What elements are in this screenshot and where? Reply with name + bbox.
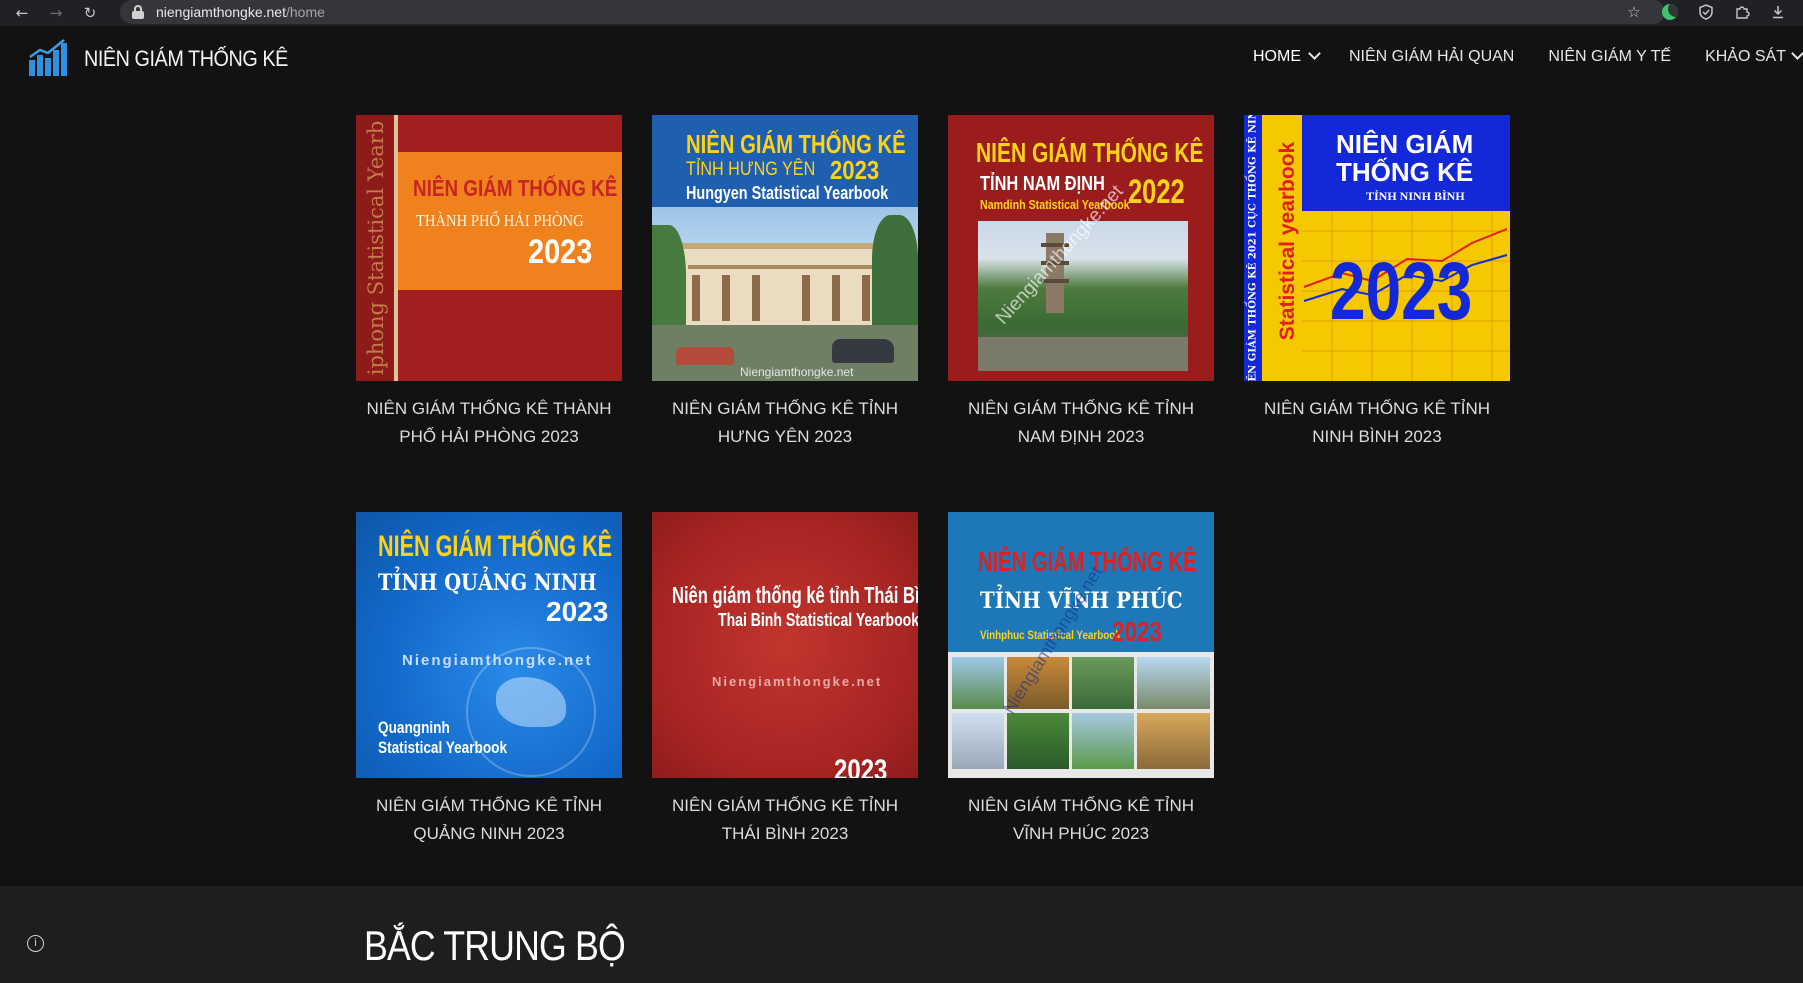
cover-side-text: NIÊN GIÁM THỐNG KÊ 2021 CỤC THỐNG KÊ NIN… — [1247, 115, 1259, 381]
nav-home[interactable]: HOME — [1253, 48, 1301, 66]
cover-subtitle: TỈNH NAM ĐỊNH — [980, 173, 1105, 195]
book-cover-quang-ninh[interactable]: NIÊN GIÁM THỐNG KÊ TỈNH QUẢNG NINH 2023 … — [356, 512, 622, 778]
bookmark-star-icon[interactable]: ☆ — [1623, 2, 1645, 22]
forward-icon[interactable]: → — [44, 3, 68, 23]
book-caption[interactable]: NIÊN GIÁM THỐNG KÊ TỈNH VĨNH PHÚC 2023 — [948, 792, 1214, 848]
cover-watermark: Niengiamthongke.net — [740, 365, 854, 379]
cover-title: Niên giám thống kê tỉnh Thái Bình — [672, 582, 918, 608]
cover-watermark: Niengiamthongke.net — [712, 674, 883, 689]
book-cover-hung-yen[interactable]: NIÊN GIÁM THỐNG KÊ TỈNH HƯNG YÊN 2023 Hu… — [652, 115, 918, 381]
region-section-band — [0, 886, 1803, 983]
cover-year: 2023 — [546, 596, 609, 627]
nav-nien-giam-hai-quan[interactable]: NIÊN GIÁM HẢI QUAN — [1349, 48, 1514, 66]
book-card-nam-dinh[interactable]: NIÊN GIÁM THỐNG KÊ TỈNH NAM ĐỊNH 2022 Na… — [948, 115, 1214, 451]
book-caption[interactable]: NIÊN GIÁM THỐNG KÊ TỈNH THÁI BÌNH 2023 — [652, 792, 918, 848]
book-card-quang-ninh[interactable]: NIÊN GIÁM THỐNG KÊ TỈNH QUẢNG NINH 2023 … — [356, 512, 622, 848]
book-cover-nam-dinh[interactable]: NIÊN GIÁM THỐNG KÊ TỈNH NAM ĐỊNH 2022 Na… — [948, 115, 1214, 381]
cover-year: 2023 — [834, 754, 888, 778]
cover-english-line1: Quangninh — [378, 718, 450, 737]
browser-toolbar: ← → ↻ niengiamthongke.net/home ☆ — [0, 0, 1803, 26]
reload-icon[interactable]: ↻ — [78, 3, 102, 23]
cover-subtitle: THÀNH PHỐ HẢI PHÒNG — [416, 211, 584, 230]
book-card-hai-phong[interactable]: iphong Statistical Yearb NIÊN GIÁM THỐNG… — [356, 115, 622, 451]
extensions-puzzle-icon[interactable] — [1731, 2, 1753, 22]
cover-title: NIÊN GIÁM THỐNG KÊ — [976, 137, 1204, 168]
nav-nien-giam-y-te[interactable]: NIÊN GIÁM Y TẾ — [1548, 48, 1671, 66]
cover-title: NIÊN GIÁM THỐNG KÊ — [413, 175, 618, 201]
cover-title: NIÊN GIÁM — [1336, 129, 1474, 159]
book-caption[interactable]: NIÊN GIÁM THỐNG KÊ TỈNH HƯNG YÊN 2023 — [652, 395, 918, 451]
cover-side-text: iphong Statistical Yearb — [364, 120, 388, 376]
book-cover-thai-binh[interactable]: Niên giám thống kê tỉnh Thái Bình Thai B… — [652, 512, 918, 778]
book-card-vinh-phuc[interactable]: NIÊN GIÁM THỐNG KÊ TỈNH VĨNH PHÚC Vinhph… — [948, 512, 1214, 848]
cover-subtitle: THỐNG KÊ — [1336, 157, 1474, 187]
url-text[interactable]: niengiamthongke.net/home — [156, 4, 325, 20]
shield-extension-icon[interactable] — [1695, 2, 1717, 22]
book-card-hung-yen[interactable]: NIÊN GIÁM THỐNG KÊ TỈNH HƯNG YÊN 2023 Hu… — [652, 115, 918, 451]
book-cover-hai-phong[interactable]: iphong Statistical Yearb NIÊN GIÁM THỐNG… — [356, 115, 622, 381]
back-icon[interactable]: ← — [10, 3, 34, 23]
cover-year: 2023 — [1330, 246, 1473, 337]
cover-english-title: Hungyen Statistical Yearbook — [686, 183, 889, 203]
dark-mode-extension-icon[interactable] — [1659, 2, 1681, 22]
address-bar[interactable]: niengiamthongke.net/home — [120, 0, 1665, 24]
book-card-thai-binh[interactable]: Niên giám thống kê tỉnh Thái Bình Thai B… — [652, 512, 918, 848]
site-logo-chart-icon[interactable] — [28, 38, 68, 78]
main-navigation: HOME NIÊN GIÁM HẢI QUAN NIÊN GIÁM Y TẾ K… — [1253, 48, 1802, 66]
book-cover-vinh-phuc[interactable]: NIÊN GIÁM THỐNG KÊ TỈNH VĨNH PHÚC Vinhph… — [948, 512, 1214, 778]
cover-side-text: Statistical yearbook — [1276, 141, 1299, 341]
book-caption[interactable]: NIÊN GIÁM THỐNG KÊ TỈNH NINH BÌNH 2023 — [1244, 395, 1510, 451]
nav-khao-sat[interactable]: KHẢO SÁT — [1705, 48, 1786, 66]
cover-watermark: Niengiamthongke.net — [402, 652, 593, 669]
cover-year: 2023 — [830, 155, 880, 185]
cover-year: 2023 — [528, 233, 593, 271]
section-title: BẮC TRUNG BỘ — [364, 922, 626, 969]
info-icon[interactable]: i — [27, 935, 44, 952]
cover-subtitle: TỈNH QUẢNG NINH — [378, 570, 597, 596]
cover-year: 2023 — [1112, 616, 1162, 647]
book-caption[interactable]: NIÊN GIÁM THỐNG KÊ THÀNH PHỐ HẢI PHÒNG 2… — [356, 395, 622, 451]
cover-subtitle: TỈNH HƯNG YÊN — [686, 159, 816, 180]
url-host: niengiamthongke.net — [156, 4, 286, 20]
cover-english-line2: Statistical Yearbook — [378, 738, 508, 757]
site-title[interactable]: NIÊN GIÁM THỐNG KÊ — [84, 46, 288, 72]
cover-province: TỈNH NINH BÌNH — [1366, 189, 1465, 203]
chevron-down-icon[interactable] — [1792, 49, 1802, 59]
site-header: NIÊN GIÁM THỐNG KÊ HOME NIÊN GIÁM HẢI QU… — [0, 26, 1803, 88]
lock-icon[interactable] — [132, 5, 144, 19]
book-cover-ninh-binh[interactable]: NIÊN GIÁM THỐNG KÊ 2021 CỤC THỐNG KÊ NIN… — [1244, 115, 1510, 381]
book-caption[interactable]: NIÊN GIÁM THỐNG KÊ TỈNH QUẢNG NINH 2023 — [356, 792, 622, 848]
download-icon[interactable] — [1767, 2, 1789, 22]
cover-subtitle: Thai Binh Statistical Yearbook — [718, 610, 918, 630]
book-caption[interactable]: NIÊN GIÁM THỐNG KÊ TỈNH NAM ĐỊNH 2023 — [948, 395, 1214, 451]
book-card-ninh-binh[interactable]: NIÊN GIÁM THỐNG KÊ 2021 CỤC THỐNG KÊ NIN… — [1244, 115, 1510, 451]
chevron-down-icon[interactable] — [1309, 49, 1319, 59]
cover-year: 2022 — [1128, 173, 1185, 211]
cover-title: NIÊN GIÁM THỐNG KÊ — [378, 530, 613, 563]
url-path: /home — [286, 4, 325, 20]
